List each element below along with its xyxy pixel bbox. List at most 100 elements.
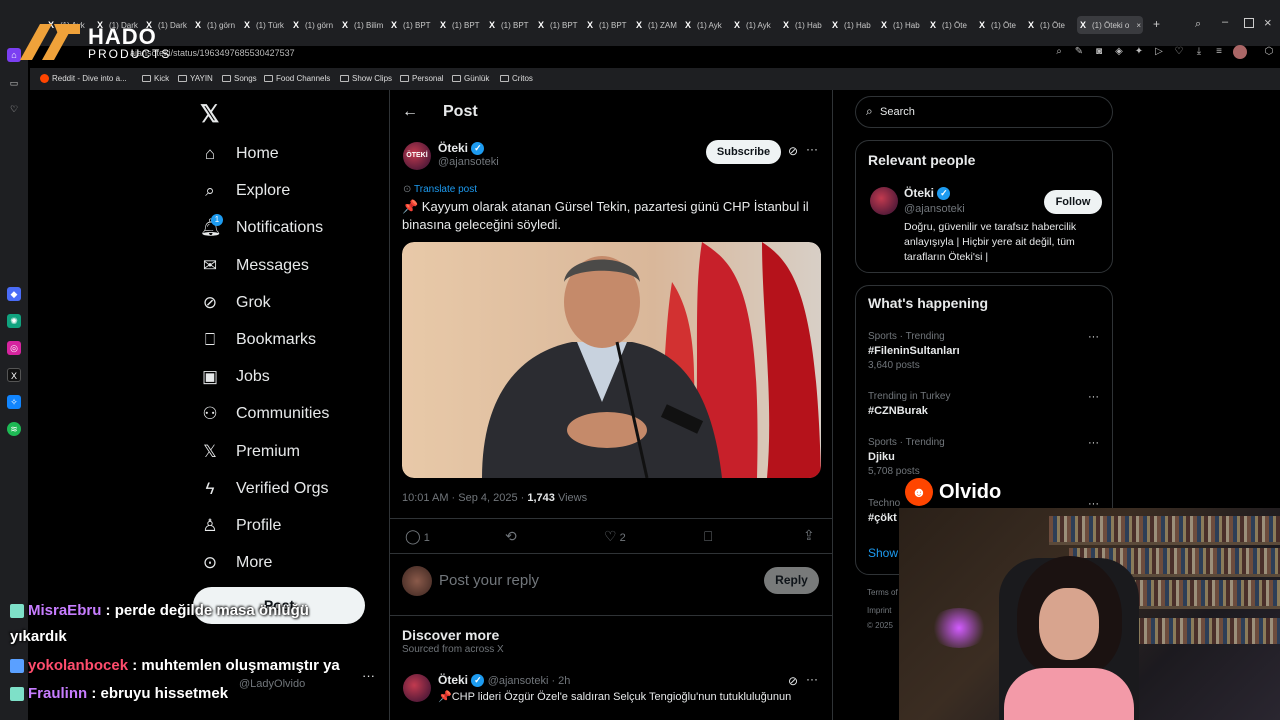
browser-tab[interactable]: X (1) BPT xyxy=(489,16,537,34)
trend-item[interactable]: Sports · Trending Djiku 5,708 posts xyxy=(868,437,1104,477)
bluesky-icon[interactable]: ✧ xyxy=(7,395,21,409)
nav-item-home[interactable]: ⌂ Home xyxy=(200,140,279,168)
relevant-avatar[interactable] xyxy=(870,187,898,215)
address-bar[interactable]: ajansoteki/status/1963497685530427537 xyxy=(120,46,1280,68)
browser-tab[interactable]: X (1) ZAM xyxy=(636,16,684,34)
trend-item[interactable]: Trending in Turkey #CZNBurak xyxy=(868,391,1104,417)
nav-item-verified-orgs[interactable]: ϟ Verified Orgs xyxy=(200,475,329,503)
footer-terms[interactable]: Terms of xyxy=(867,588,898,597)
browser-tab[interactable]: X (1) Öte xyxy=(930,16,978,34)
footer-imprint[interactable]: Imprint xyxy=(867,606,891,615)
author-handle[interactable]: @ajansoteki xyxy=(438,156,499,168)
browser-tab[interactable]: X (1) Bilim xyxy=(342,16,390,34)
browser-tab[interactable]: X (1) Türk xyxy=(244,16,292,34)
maximize-icon[interactable] xyxy=(1244,18,1254,28)
camera-icon[interactable]: ◙ xyxy=(1093,46,1105,58)
more-options-icon[interactable]: ··· xyxy=(806,672,818,686)
x-icon[interactable]: X xyxy=(7,368,21,382)
nav-item-messages[interactable]: ✉ Messages xyxy=(200,252,309,280)
browser-tab[interactable]: X (1) Hab xyxy=(832,16,880,34)
browser-tab[interactable]: X (1) Ayk xyxy=(734,16,782,34)
grok-icon[interactable]: ⊘ xyxy=(788,674,798,688)
user-avatar[interactable] xyxy=(402,566,432,596)
bookmark-gunluk[interactable]: Günlük xyxy=(452,74,489,83)
trend-item[interactable]: Sports · Trending #FileninSultanları 3,6… xyxy=(868,331,1104,371)
nav-item-grok[interactable]: ⊘ Grok xyxy=(200,289,271,317)
browser-tab[interactable]: X (1) Öte xyxy=(979,16,1027,34)
close-tab-icon[interactable]: × xyxy=(1136,21,1141,30)
reply-action[interactable]: ◯ 1 xyxy=(405,528,430,545)
browser-tab[interactable]: X (1) BPT xyxy=(587,16,635,34)
discover-avatar[interactable] xyxy=(403,674,431,702)
download-icon[interactable]: ⤓ xyxy=(1193,46,1205,58)
follow-button[interactable]: Follow xyxy=(1044,190,1102,214)
subscribe-button[interactable]: Subscribe xyxy=(706,140,781,164)
edit-icon[interactable]: ✎ xyxy=(1073,46,1085,58)
discover-author[interactable]: Öteki ✓ @ajansoteki · 2h xyxy=(438,673,570,688)
browser-tab[interactable]: X (1) BPT xyxy=(538,16,586,34)
bookmark-show-clips[interactable]: Show Clips xyxy=(340,74,392,83)
nav-item-bookmarks[interactable]: ⎕ Bookmarks xyxy=(200,326,316,354)
more-options-icon[interactable]: ··· xyxy=(806,142,818,156)
heart-icon[interactable]: ♡ xyxy=(7,102,21,116)
browser-tab[interactable]: X (1) Hab xyxy=(783,16,831,34)
nav-item-profile[interactable]: ♙ Profile xyxy=(200,512,281,540)
instagram-icon[interactable]: ◎ xyxy=(7,341,21,355)
account-more-icon[interactable]: ··· xyxy=(362,668,375,683)
reply-button[interactable]: Reply xyxy=(764,567,819,594)
relevant-name[interactable]: Öteki ✓ xyxy=(904,186,951,201)
back-arrow-icon[interactable]: ← xyxy=(402,103,418,121)
play-icon[interactable]: ▷ xyxy=(1153,46,1165,58)
relevant-handle[interactable]: @ajansoteki xyxy=(904,203,965,215)
spotify-icon[interactable]: ≋ xyxy=(7,422,21,436)
browser-tab[interactable]: X (1) BPT xyxy=(391,16,439,34)
wallet-icon[interactable]: ▭ xyxy=(7,76,21,90)
translate-post[interactable]: ⊙ Translate post xyxy=(403,184,477,195)
minimize-icon[interactable]: – xyxy=(1222,16,1234,28)
bookmark-kick[interactable]: Kick xyxy=(142,74,169,83)
author-avatar[interactable]: ÖTEKİ xyxy=(403,142,431,170)
browser-profile-avatar[interactable] xyxy=(1233,45,1247,59)
reply-input[interactable]: Post your reply xyxy=(439,572,539,589)
nav-item-jobs[interactable]: ▣ Jobs xyxy=(200,363,270,391)
bookmark-reddit[interactable]: Reddit - Dive into a... xyxy=(40,74,127,83)
browser-tab-active[interactable]: X (1) Öteki o × xyxy=(1077,16,1143,34)
nav-item-more[interactable]: ⊙ More xyxy=(200,549,273,577)
author-name[interactable]: Öteki ✓ xyxy=(438,141,485,156)
browser-tab[interactable]: X (1) Öte xyxy=(1028,16,1076,34)
bookmark-food[interactable]: Food Channels xyxy=(264,74,330,83)
post-image[interactable] xyxy=(402,242,821,478)
lens-icon[interactable]: ⌕ xyxy=(1053,46,1065,58)
app-icon[interactable]: ◆ xyxy=(7,287,21,301)
new-tab-button[interactable]: + xyxy=(1153,18,1165,30)
trend-more-icon[interactable]: ··· xyxy=(1088,331,1099,343)
share-icon[interactable]: ⇪ xyxy=(803,527,815,544)
menu-icon[interactable]: ≡ xyxy=(1213,46,1225,58)
nav-item-explore[interactable]: ⌕ Explore xyxy=(200,177,290,205)
account-handle[interactable]: @LadyOlvido xyxy=(239,678,305,690)
chatgpt-icon[interactable]: ✺ xyxy=(7,314,21,328)
browser-tab[interactable]: X (1) Hab xyxy=(881,16,929,34)
x-logo-icon[interactable]: 𝕏 xyxy=(200,100,224,128)
grok-icon[interactable]: ⊘ xyxy=(788,144,798,158)
bookmark-critos[interactable]: Critos xyxy=(500,74,533,83)
nav-item-premium[interactable]: 𝕏 Premium xyxy=(200,438,300,466)
browser-tab[interactable]: X (1) görn xyxy=(195,16,243,34)
browser-tab[interactable]: X (1) BPT xyxy=(440,16,488,34)
show-more-link[interactable]: Show xyxy=(868,546,898,560)
repost-icon[interactable]: ⟲ xyxy=(505,528,517,545)
bookmark-icon[interactable]: ⎕ xyxy=(704,528,712,545)
browser-tab[interactable]: X (1) görn xyxy=(293,16,341,34)
heart-icon[interactable]: ♡ xyxy=(1173,46,1185,58)
close-window-icon[interactable]: × xyxy=(1264,15,1276,30)
trend-more-icon[interactable]: ··· xyxy=(1088,437,1099,449)
bookmark-yayin[interactable]: YAYIN xyxy=(178,74,213,83)
browser-tab[interactable]: X (1) Ayk xyxy=(685,16,733,34)
bookmark-songs[interactable]: Songs xyxy=(222,74,257,83)
trend-more-icon[interactable]: ··· xyxy=(1088,391,1099,403)
search-box[interactable]: ⌕ Search xyxy=(855,96,1113,128)
search-tabs-icon[interactable]: ⌕ xyxy=(1195,18,1207,30)
bookmark-personal[interactable]: Personal xyxy=(400,74,444,83)
like-action[interactable]: ♡ 2 xyxy=(604,528,626,545)
nav-item-communities[interactable]: ⚇ Communities xyxy=(200,400,329,428)
